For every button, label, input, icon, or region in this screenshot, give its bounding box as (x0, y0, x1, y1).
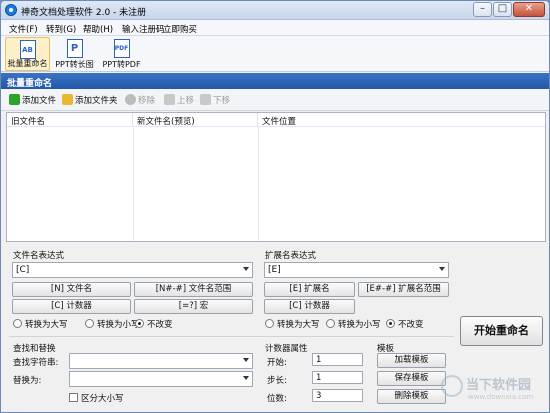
insert-counter-button[interactable]: [C] 计数器 (12, 299, 131, 314)
title-bar: 神奇文档处理软件 2.0 - 未注册 – □ ✕ (1, 1, 549, 20)
filename-expr-dropdown[interactable]: [C] (12, 262, 253, 278)
watermark: 当下软件园 www.downxia.com (441, 373, 545, 405)
insert-filename-range-button[interactable]: [N#-#] 文件名范围 (134, 282, 253, 297)
filename-uppercase-radio[interactable]: 转换为大写 (13, 318, 68, 330)
ext-lowercase-radio[interactable]: 转换为小写 (326, 318, 381, 330)
app-logo-icon (5, 4, 17, 16)
load-template-button[interactable]: 加载模板 (377, 353, 446, 368)
chevron-down-icon (243, 376, 249, 380)
start-rename-button[interactable]: 开始重命名 (460, 316, 543, 346)
remove-icon (125, 94, 136, 105)
insert-ext-button[interactable]: [E] 扩展名 (264, 282, 355, 297)
toolbar-ppt-to-longimage[interactable]: P PPT转长图 (52, 37, 97, 71)
menu-buy-now[interactable]: 立即购买 (163, 23, 197, 35)
app-window: 神奇文档处理软件 2.0 - 未注册 – □ ✕ 文件(F) 转到(G) 帮助(… (0, 0, 550, 413)
insert-macro-button[interactable]: [=?] 宏 (134, 299, 253, 314)
pdf-document-icon: PDF (113, 39, 130, 58)
watermark-brand: 当下软件园 (466, 378, 532, 393)
toolbar-label: PPT转PDF (102, 60, 141, 69)
minimize-button[interactable]: – (473, 2, 492, 17)
column-header-location[interactable]: 文件位置 (258, 113, 545, 127)
replace-with-input[interactable] (69, 371, 253, 387)
maximize-button[interactable]: □ (493, 2, 512, 17)
replace-with-label: 替换为: (13, 376, 42, 386)
ext-expr-label: 扩展名表达式 (265, 251, 317, 261)
menu-enter-regcode[interactable]: 输入注册码 (122, 23, 165, 35)
menu-help[interactable]: 帮助(H) (83, 23, 113, 35)
ext-uppercase-radio[interactable]: 转换为大写 (265, 318, 320, 330)
insert-ext-counter-button[interactable]: [C] 计数器 (264, 299, 355, 314)
ppt-document-icon: P (66, 39, 83, 58)
counter-step-input[interactable]: 1 (312, 371, 363, 384)
chevron-down-icon (243, 267, 249, 271)
arrow-up-icon (164, 94, 175, 105)
toolbar-label: PPT转长图 (55, 60, 94, 69)
chevron-down-icon (439, 267, 445, 271)
chevron-down-icon (243, 358, 249, 362)
add-file-button[interactable]: 添加文件 (9, 94, 56, 108)
find-string-input[interactable] (69, 353, 253, 369)
menu-goto[interactable]: 转到(G) (46, 23, 76, 35)
toolbar-label: 批量重命名 (7, 59, 48, 68)
delete-template-button[interactable]: 删除模板 (377, 389, 446, 404)
counter-step-label: 步长: (267, 376, 287, 386)
remove-button[interactable]: 移除 (125, 94, 155, 108)
column-divider (133, 127, 134, 241)
case-sensitive-checkbox[interactable]: 区分大小写 (69, 392, 124, 404)
insert-ext-range-button[interactable]: [E#-#] 扩展名范围 (358, 282, 449, 297)
close-button[interactable]: ✕ (513, 2, 545, 17)
window-title: 神奇文档处理软件 2.0 - 未注册 (21, 8, 147, 18)
counter-props-title: 计数器属性 (265, 344, 308, 354)
ext-expr-dropdown[interactable]: [E] (264, 262, 449, 278)
section-header: 批量重命名 (1, 73, 549, 89)
column-divider (258, 127, 259, 241)
counter-digits-label: 位数: (267, 394, 287, 404)
filename-unchanged-radio[interactable]: 不改变 (135, 318, 173, 330)
add-file-icon (9, 94, 20, 105)
add-folder-icon (62, 94, 73, 105)
rename-document-icon: AB (19, 40, 36, 59)
command-bar: 添加文件 添加文件夹 移除 上移 下移 (1, 89, 549, 111)
column-header-new-name[interactable]: 新文件名(预览) (133, 113, 258, 127)
counter-start-label: 开始: (267, 358, 287, 368)
watermark-url: www.downxia.com (468, 393, 534, 401)
insert-filename-button[interactable]: [N] 文件名 (12, 282, 131, 297)
move-up-button[interactable]: 上移 (164, 94, 194, 108)
menu-file[interactable]: 文件(F) (9, 23, 38, 35)
main-toolbar: AB 批量重命名 P PPT转长图 PDF PPT转PDF (1, 36, 549, 72)
add-folder-button[interactable]: 添加文件夹 (62, 94, 118, 108)
watermark-logo-icon (441, 375, 463, 397)
find-replace-title: 查找和替换 (13, 344, 56, 354)
file-list-table[interactable]: 旧文件名 新文件名(预览) 文件位置 (6, 112, 546, 242)
column-header-old-name[interactable]: 旧文件名 (7, 113, 133, 127)
move-down-button[interactable]: 下移 (200, 94, 230, 108)
counter-start-input[interactable]: 1 (312, 353, 363, 366)
menu-bar: 文件(F) 转到(G) 帮助(H) 输入注册码 立即购买 (1, 20, 549, 36)
toolbar-batch-rename[interactable]: AB 批量重命名 (5, 37, 50, 71)
save-template-button[interactable]: 保存模板 (377, 371, 446, 386)
find-string-label: 查找字符串: (13, 358, 59, 368)
filename-lowercase-radio[interactable]: 转换为小写 (85, 318, 140, 330)
arrow-down-icon (200, 94, 211, 105)
filename-expr-label: 文件名表达式 (13, 251, 65, 261)
ext-unchanged-radio[interactable]: 不改变 (386, 318, 424, 330)
divider (9, 336, 454, 337)
counter-digits-input[interactable]: 3 (312, 389, 363, 402)
toolbar-ppt-to-pdf[interactable]: PDF PPT转PDF (99, 37, 144, 71)
